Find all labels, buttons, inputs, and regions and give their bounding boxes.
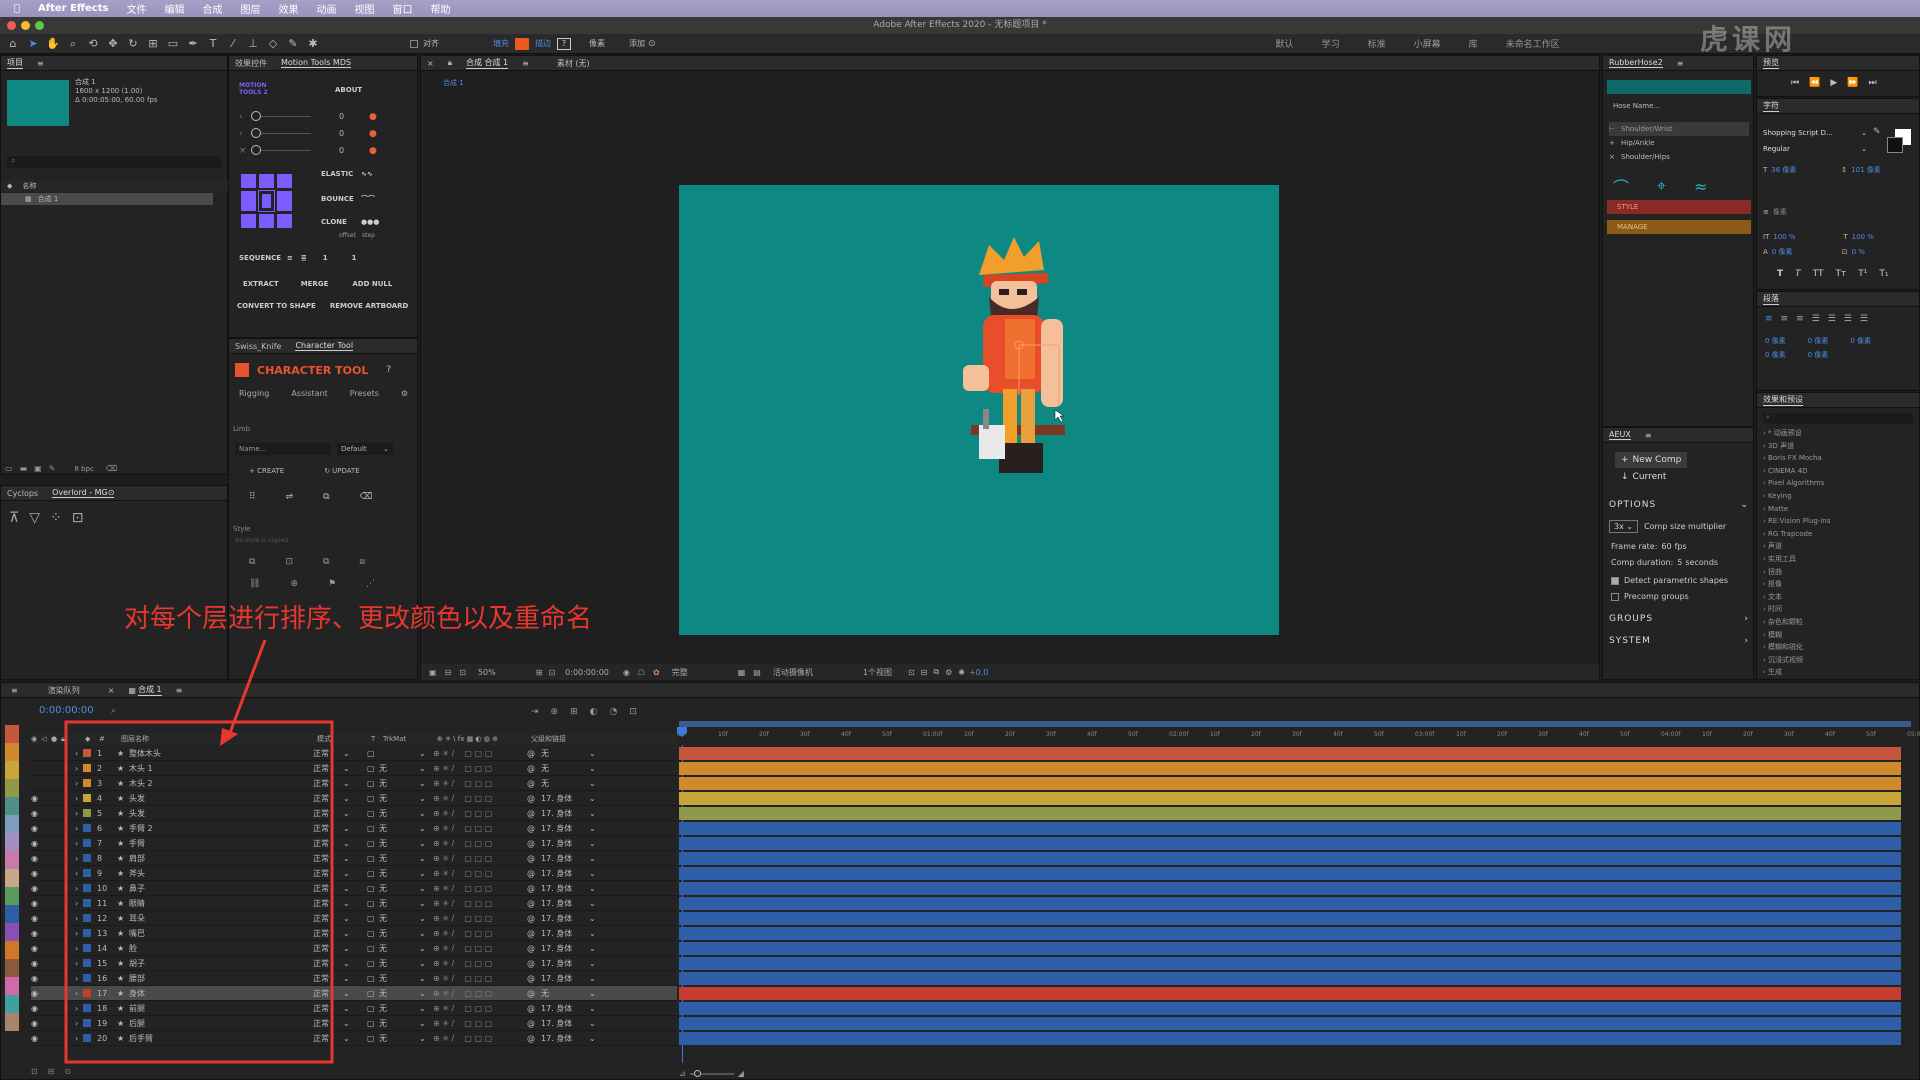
annotation-highlight-box (64, 720, 334, 1064)
annotation-arrow-head (220, 728, 238, 746)
annotation-overlay (64, 639, 334, 1064)
